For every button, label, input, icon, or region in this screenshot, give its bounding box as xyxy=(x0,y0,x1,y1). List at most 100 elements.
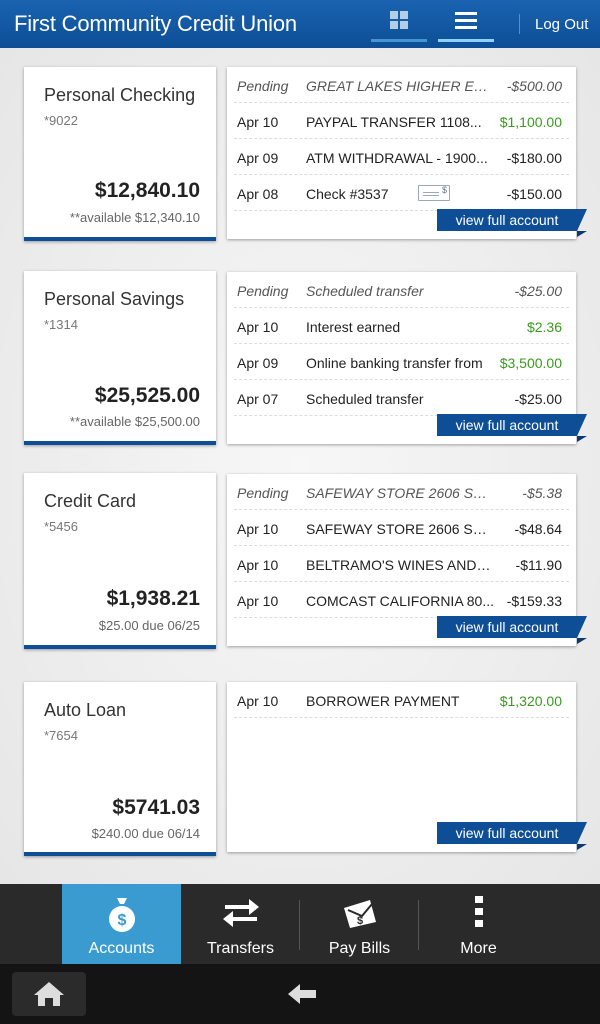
transaction-amount: -$150.00 xyxy=(506,186,562,202)
back-button[interactable] xyxy=(272,972,332,1016)
account-card-credit[interactable]: Credit Card *5456 $1,938.21 $25.00 due 0… xyxy=(24,473,216,649)
tab-accounts[interactable]: $ Accounts xyxy=(62,884,181,964)
transaction-description: Online banking transfer from xyxy=(306,355,483,371)
transaction-amount: -$159.33 xyxy=(506,593,562,609)
tab-label: Pay Bills xyxy=(328,940,391,957)
transaction-row[interactable]: Apr 10 PAYPAL TRANSFER 1108... $1,100.00 xyxy=(234,103,569,139)
transaction-row[interactable]: Pending Scheduled transfer -$25.00 xyxy=(234,272,569,308)
account-name: Personal Savings xyxy=(44,289,185,309)
transaction-description: Scheduled transfer xyxy=(306,391,424,407)
tab-label: Transfers xyxy=(207,940,274,957)
account-available: **available $25,500.00 xyxy=(69,414,200,429)
transaction-date: Apr 07 xyxy=(237,391,279,407)
transaction-row[interactable]: Apr 10 SAFEWAY STORE 2606 SAN... -$48.64 xyxy=(234,510,569,546)
system-nav-bar xyxy=(0,964,600,1024)
transaction-row[interactable]: Apr 10 Interest earned $2.36 xyxy=(234,308,569,344)
transaction-amount: -$180.00 xyxy=(506,150,562,166)
bottom-tab-bar: $ Accounts Transfers $ Pay Bills More xyxy=(0,884,600,964)
transaction-description: ATM WITHDRAWAL - 1900... xyxy=(306,150,488,166)
transaction-description: BELTRAMO'S WINES ANDM... xyxy=(306,557,496,573)
view-full-account-button[interactable]: view full account xyxy=(437,209,587,237)
transaction-amount: -$11.90 xyxy=(515,557,562,573)
list-view-icon xyxy=(455,11,477,29)
transfer-arrows-icon xyxy=(222,899,259,927)
transaction-row[interactable]: Apr 07 Scheduled transfer -$25.00 xyxy=(234,380,569,416)
header-divider xyxy=(519,14,520,34)
transaction-row[interactable]: Pending SAFEWAY STORE 2606 SAN FRANCISCO… xyxy=(234,474,569,510)
account-balance: $1,938.21 xyxy=(106,587,200,610)
transaction-description: SAFEWAY STORE 2606 SAN... xyxy=(306,521,496,537)
transaction-description: PAYPAL TRANSFER 1108... xyxy=(306,114,482,130)
transaction-amount: $1,100.00 xyxy=(499,114,562,130)
view-full-account-button[interactable]: view full account xyxy=(437,414,587,442)
logout-button[interactable]: Log Out xyxy=(535,16,588,33)
transaction-date: Apr 09 xyxy=(237,355,279,371)
svg-text:$: $ xyxy=(356,915,362,927)
transactions-card-credit: Pending SAFEWAY STORE 2606 SAN FRANCISCO… xyxy=(227,474,587,646)
check-image-icon[interactable] xyxy=(418,185,450,201)
transaction-amount: $2.36 xyxy=(526,319,562,335)
grid-view-icon xyxy=(390,10,408,29)
account-card-auto-loan[interactable]: Auto Loan *7654 $5741.03 $240.00 due 06/… xyxy=(24,682,216,856)
transaction-date: Apr 10 xyxy=(237,319,279,335)
transaction-description: COMCAST CALIFORNIA 80... xyxy=(306,593,495,609)
transaction-description: Scheduled transfer xyxy=(306,283,424,299)
transaction-date: Apr 10 xyxy=(237,114,279,130)
transaction-date: Pending xyxy=(237,283,289,299)
transaction-row[interactable]: Apr 10 COMCAST CALIFORNIA 80... -$159.33 xyxy=(234,582,569,618)
app-title: First Community Credit Union xyxy=(14,11,297,36)
view-full-account-button[interactable]: view full account xyxy=(437,822,587,850)
transaction-date: Pending xyxy=(237,78,289,94)
tab-label: More xyxy=(460,940,497,957)
transaction-row[interactable]: Apr 10 BELTRAMO'S WINES ANDM... -$11.90 xyxy=(234,546,569,582)
transaction-row[interactable]: Apr 08 Check #3537 -$150.00 xyxy=(234,175,569,211)
tab-label: Accounts xyxy=(88,940,155,957)
transaction-description: SAFEWAY STORE 2606 SAN FRANCISCO xyxy=(306,485,496,501)
grid-view-button[interactable] xyxy=(371,0,427,42)
transaction-description: Interest earned xyxy=(306,319,401,335)
tab-pay-bills[interactable]: $ Pay Bills xyxy=(300,884,419,964)
money-bag-icon: $ xyxy=(108,898,135,932)
transactions-card-savings: Pending Scheduled transfer -$25.00 Apr 1… xyxy=(227,272,587,444)
transaction-date: Apr 10 xyxy=(237,593,279,609)
back-arrow-icon xyxy=(288,984,316,1004)
transaction-amount: -$25.00 xyxy=(514,283,562,299)
transaction-date: Apr 10 xyxy=(237,693,279,709)
transaction-description: Check #3537 xyxy=(306,186,389,202)
account-balance: $25,525.00 xyxy=(94,384,200,407)
account-number: *7654 xyxy=(44,728,78,743)
list-view-button[interactable] xyxy=(438,0,494,42)
more-vertical-icon xyxy=(474,896,483,927)
transaction-date: Apr 08 xyxy=(237,186,279,202)
transaction-date: Apr 09 xyxy=(237,150,279,166)
transaction-amount: -$5.38 xyxy=(522,485,562,501)
transaction-row[interactable]: Pending GREAT LAKES HIGHER EDUCATION -$5… xyxy=(234,67,569,103)
transaction-amount: $1,320.00 xyxy=(499,693,562,709)
transaction-row[interactable]: Apr 09 Online banking transfer from $3,5… xyxy=(234,344,569,380)
account-name: Auto Loan xyxy=(44,700,127,720)
tab-more[interactable]: More xyxy=(419,884,538,964)
account-due: $240.00 due 06/14 xyxy=(91,826,200,841)
transactions-card-auto-loan: Apr 10 BORROWER PAYMENT $1,320.00 view f… xyxy=(227,682,587,852)
transaction-date: Apr 10 xyxy=(237,557,279,573)
account-due: $25.00 due 06/25 xyxy=(98,618,200,633)
account-card-checking[interactable]: Personal Checking *9022 $12,840.10 **ava… xyxy=(24,67,216,241)
account-available: **available $12,340.10 xyxy=(69,210,200,225)
home-button[interactable] xyxy=(12,972,86,1016)
transaction-amount: $3,500.00 xyxy=(499,355,562,371)
view-full-account-button[interactable]: view full account xyxy=(437,616,587,644)
account-card-savings[interactable]: Personal Savings *1314 $25,525.00 **avai… xyxy=(24,271,216,445)
transaction-date: Apr 10 xyxy=(237,521,279,537)
transaction-amount: -$48.64 xyxy=(514,521,562,537)
account-number: *1314 xyxy=(44,317,78,332)
home-icon xyxy=(34,982,64,1006)
transaction-amount: -$25.00 xyxy=(514,391,562,407)
pay-bills-icon: $ xyxy=(343,900,376,928)
app-header: First Community Credit Union Log Out xyxy=(0,0,600,48)
account-number: *9022 xyxy=(44,113,78,128)
transactions-card-checking: Pending GREAT LAKES HIGHER EDUCATION -$5… xyxy=(227,67,587,239)
transaction-row[interactable]: Apr 09 ATM WITHDRAWAL - 1900... -$180.00 xyxy=(234,139,569,175)
transaction-row[interactable]: Apr 10 BORROWER PAYMENT $1,320.00 xyxy=(234,682,569,718)
account-name: Credit Card xyxy=(44,491,137,511)
tab-transfers[interactable]: Transfers xyxy=(181,884,300,964)
